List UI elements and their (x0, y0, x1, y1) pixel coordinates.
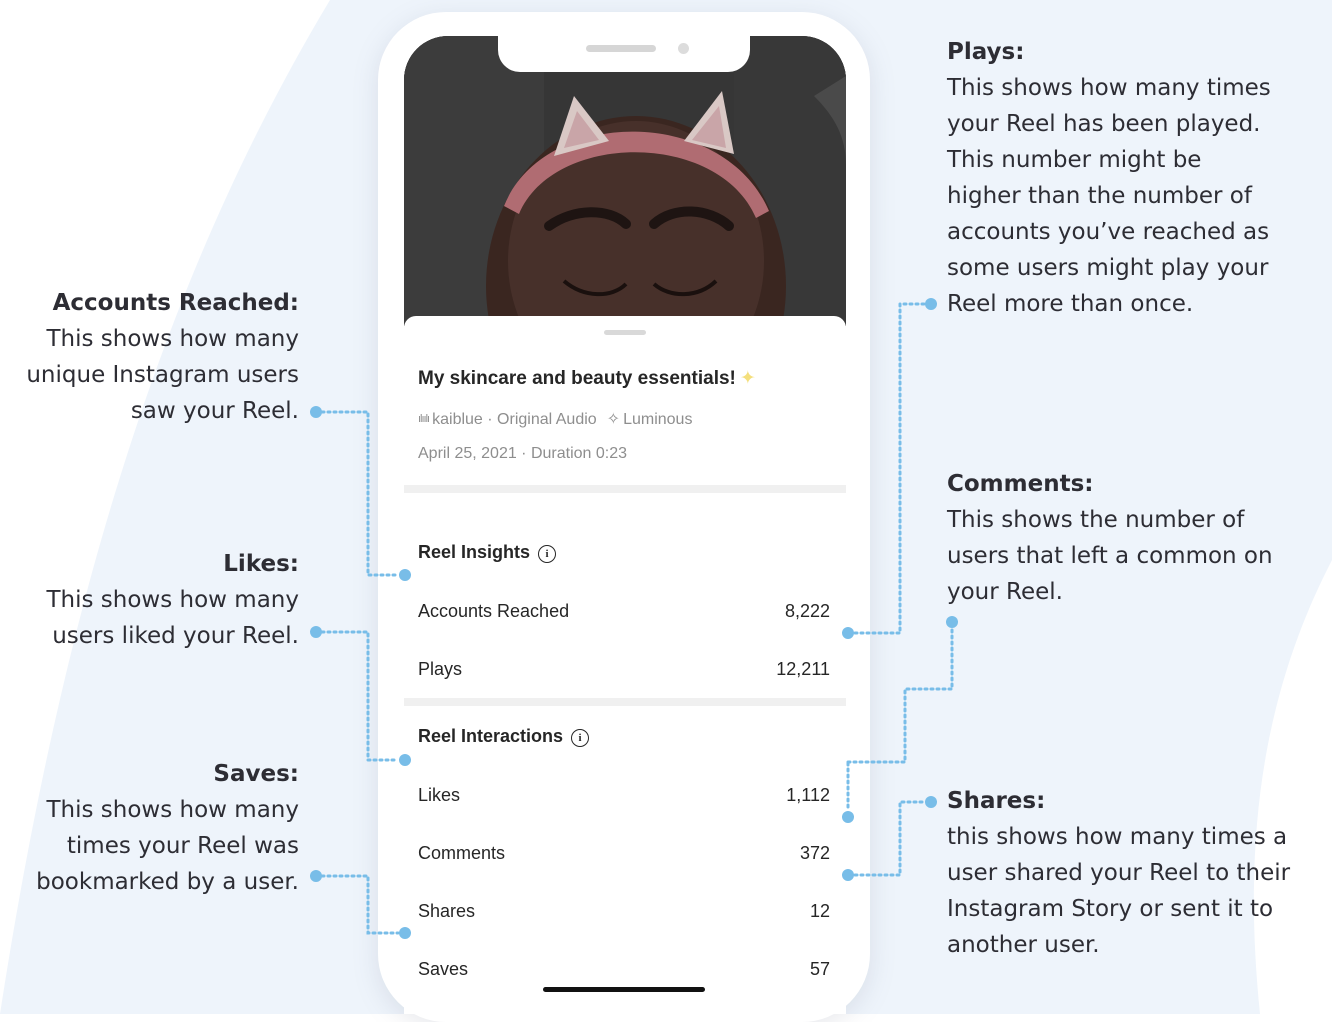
annotation-line: This shows how many (46, 326, 299, 352)
insight-label-plays: Plays (418, 659, 463, 679)
phone-screen: My skincare and beauty essentials! ✦ ılıı… (404, 36, 846, 1014)
section-divider (404, 485, 846, 493)
annotation-title: Saves: (213, 761, 299, 787)
interaction-value-comments: 372 (799, 843, 830, 863)
insight-label-accounts-reached: Accounts Reached (418, 601, 570, 621)
annotation-line: some users might play your (947, 255, 1269, 281)
annotation-comments: Comments: This shows the number of users… (947, 466, 1273, 610)
phone-notch (498, 30, 750, 72)
annotation-line: this shows how many times a (947, 824, 1288, 850)
reel-audio-info[interactable]: ılıılı kaiblue · Original Audio ✧ Luminous (418, 409, 692, 429)
annotation-line: unique Instagram users (26, 362, 299, 388)
annotation-line: bookmarked by a user. (36, 869, 299, 895)
reel-video-thumbnail[interactable] (404, 36, 846, 326)
interaction-value-likes: 1,112 (786, 785, 830, 805)
front-camera (678, 43, 689, 54)
annotation-title: Shares: (947, 788, 1046, 814)
annotation-line: user shared your Reel to their (947, 860, 1291, 886)
insights-sheet: My skincare and beauty essentials! ✦ ılıı… (404, 316, 846, 1014)
annotation-line: your Reel. (947, 579, 1063, 605)
annotation-line: This shows how many (46, 587, 299, 613)
home-indicator[interactable] (543, 987, 705, 992)
annotation-line: This shows the number of (947, 507, 1245, 533)
sheet-drag-handle[interactable] (604, 330, 646, 335)
annotation-line: saw your Reel. (130, 398, 299, 424)
reel-author[interactable]: kaiblue (432, 411, 483, 428)
audio-waveform-icon: ılıılı (418, 413, 430, 425)
annotation-title: Comments: (947, 471, 1094, 497)
interaction-label-comments: Comments (418, 843, 506, 863)
reel-interactions-title: Reel Interactions i (418, 726, 590, 747)
reel-date-duration: April 25, 2021 · Duration 0:23 (418, 445, 628, 462)
annotation-line: Reel more than once. (947, 291, 1194, 317)
annotation-line: times your Reel was (66, 833, 299, 859)
reel-title: My skincare and beauty essentials! ✦ (418, 368, 756, 389)
reel-audio[interactable]: Original Audio (497, 411, 597, 428)
interaction-value-shares: 12 (809, 901, 830, 921)
insight-value-plays: 12,211 (776, 659, 830, 679)
reel-insights-title: Reel Insights i (418, 542, 557, 563)
reel-effect[interactable]: Luminous (623, 411, 692, 428)
annotation-line: Instagram Story or sent it to (947, 896, 1274, 922)
interaction-label-saves: Saves (418, 959, 469, 979)
interaction-label-shares: Shares (418, 901, 476, 921)
annotation-line: users liked your Reel. (52, 623, 299, 649)
annotation-plays: Plays: This shows how many times your Re… (947, 34, 1271, 322)
speaker-grille (586, 45, 656, 52)
video-image (404, 36, 846, 326)
interaction-label-likes: Likes (418, 785, 461, 805)
annotation-line: your Reel has been played. (947, 111, 1261, 137)
annotation-line: accounts you’ve reached as (947, 219, 1270, 245)
annotation-line: This shows how many (46, 797, 299, 823)
annotation-likes: Likes: This shows how many users liked y… (46, 546, 299, 654)
info-icon[interactable]: i (571, 729, 590, 747)
info-icon[interactable]: i (538, 545, 557, 563)
annotation-title: Accounts Reached: (52, 290, 299, 316)
annotation-shares: Shares: this shows how many times a user… (947, 783, 1290, 963)
interaction-value-saves: 57 (809, 959, 830, 979)
insight-value-accounts-reached: 8,222 (784, 601, 830, 621)
annotation-line: This shows how many times (947, 75, 1271, 101)
annotation-saves: Saves: This shows how many times your Re… (36, 756, 299, 900)
annotation-title: Plays: (947, 39, 1025, 65)
section-divider (404, 698, 846, 706)
annotation-accounts-reached: Accounts Reached: This shows how many un… (26, 285, 299, 429)
annotation-line: higher than the number of (947, 183, 1252, 209)
annotation-title: Likes: (223, 551, 299, 577)
effect-sparkle-icon: ✧ (606, 411, 621, 428)
sparkle-icon: ✦ (739, 368, 756, 389)
annotation-line: This number might be (947, 147, 1202, 173)
annotation-line: another user. (947, 932, 1100, 958)
annotation-line: users that left a common on (947, 543, 1273, 569)
